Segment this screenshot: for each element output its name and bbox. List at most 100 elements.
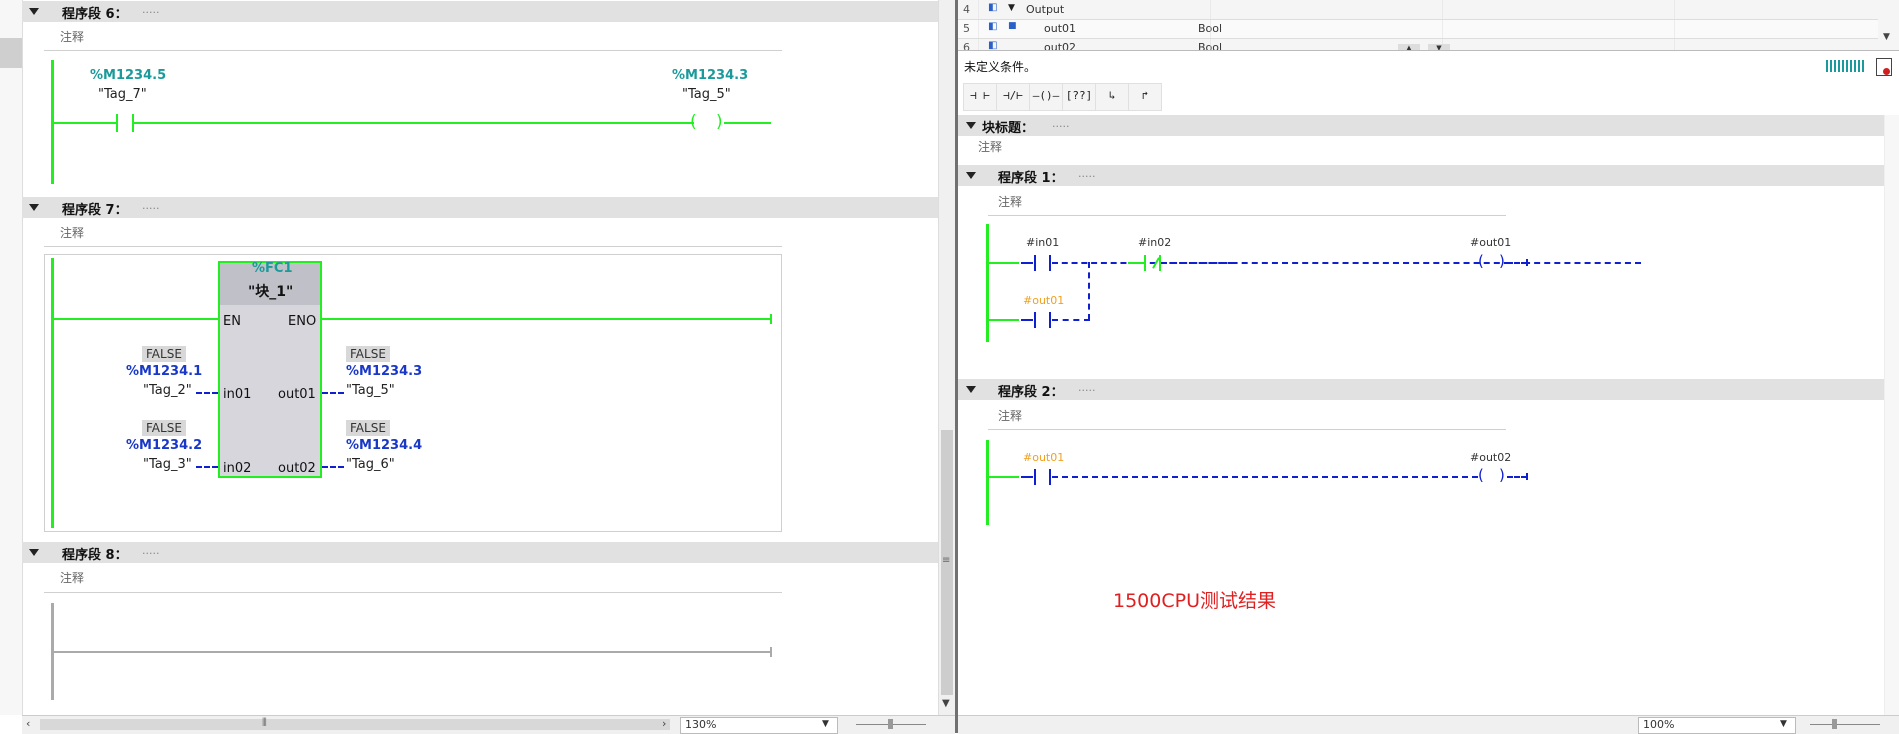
block-comment[interactable]: 注释 [978,138,1002,155]
contact-right-bar [1049,255,1051,271]
segment-7-header[interactable]: 程序段 7： ..... [22,197,938,218]
segment-dots: ..... [142,3,160,16]
comment-divider [988,215,1506,216]
in01-address[interactable]: %M1234.1 [126,364,202,379]
row-number: 5 [963,22,970,35]
nc-contact-icon[interactable]: ⊣/⊢ [996,83,1030,111]
rung-wire [1507,476,1527,478]
out01-coil-label[interactable]: #out01 [1470,236,1511,249]
segment-8-comment[interactable]: 注释 [60,569,84,586]
contact-tag[interactable]: "Tag_7" [98,87,147,102]
coil-tag[interactable]: "Tag_5" [682,87,731,102]
segment-8-header[interactable]: 程序段 8： ..... [22,542,938,563]
power-rail [51,258,54,528]
coil-left-paren: ( [1478,466,1484,484]
out02-address[interactable]: %M1234.4 [346,438,422,453]
comment-divider [44,246,782,247]
dropdown-arrow-icon[interactable]: ▼ [1780,719,1787,729]
collapse-triangle-icon[interactable] [29,549,39,556]
undefined-conditions-text: 未定义条件。 [964,60,1037,74]
expand-triangle-icon[interactable]: ▼ [1008,3,1015,13]
interface-row[interactable]: 5 ◧ ■ out01 Bool [958,20,1878,39]
segment-1-header[interactable]: 程序段 1： ..... [958,165,1899,186]
zoom-select[interactable]: 100% ▼ [1638,717,1796,734]
scroll-left-arrow-icon[interactable]: ‹ [26,717,30,730]
in01-label[interactable]: #in01 [1026,236,1059,249]
right-vertical-scrollbar[interactable] [1884,115,1899,715]
contact-left-bar [1034,255,1036,271]
scroll-right-arrow-icon[interactable]: › [662,717,666,730]
segment-title: 程序段 6： [62,7,128,22]
fc-address[interactable]: %FC1 [252,261,293,276]
coil-address[interactable]: %M1234.3 [672,68,748,83]
segment-dots: ..... [1078,167,1096,180]
tag-settings-icon[interactable] [1876,58,1892,76]
out02-coil-label[interactable]: #out02 [1470,451,1511,464]
contact-address[interactable]: %M1234.5 [90,68,166,83]
contact-left-bar [1034,312,1036,328]
segment-2-comment[interactable]: 注释 [998,407,1022,424]
row-name: Output [1026,3,1065,16]
zoom-select[interactable]: 130% ▼ [680,717,838,734]
branch-line [989,319,1019,321]
tag-settings-dot [1883,68,1890,75]
out02-tag[interactable]: "Tag_6" [346,457,395,472]
out01-address[interactable]: %M1234.3 [346,364,422,379]
table-scroll-up-icon[interactable]: ▲ [1398,44,1420,50]
out01-contact-label[interactable]: #out01 [1023,451,1064,464]
zoom-value: 130% [685,718,717,731]
in02-address[interactable]: %M1234.2 [126,438,202,453]
segment-6-comment[interactable]: 注释 [60,28,84,45]
segment-title: 程序段 2： [998,385,1064,400]
in02-tag[interactable]: "Tag_3" [143,457,192,472]
block-title-header[interactable]: 块标题： ..... [958,115,1899,136]
rung-end [770,314,772,324]
interface-row[interactable]: 4 ◧ ▼ Output [958,1,1878,20]
branch-vertical [1088,262,1090,320]
right-bottom-bar: 100% ▼ [958,715,1899,734]
branch-wire [1021,319,1033,321]
interface-table: 4 ◧ ▼ Output 5 ◧ ■ out01 Bool 6 ◧ out02 … [958,0,1899,51]
in01-wire [196,392,218,394]
segment-6-header[interactable]: 程序段 6： ..... [22,1,938,22]
out01-wire [322,392,344,394]
out01-contact-label[interactable]: #out01 [1023,294,1064,307]
in02-label[interactable]: #in02 [1138,236,1171,249]
zoom-slider[interactable] [1810,724,1880,725]
table-scroll-right-icon[interactable]: ▼ [1883,32,1890,42]
collapse-triangle-icon[interactable] [29,8,39,15]
open-branch-icon[interactable]: ↳ [1095,83,1129,111]
rung-line [724,122,771,124]
left-vertical-scrollbar[interactable]: ≡ ▼ [938,0,956,715]
row-number: 4 [963,3,970,16]
no-contact-icon[interactable]: ⊣ ⊢ [963,83,997,111]
collapse-triangle-icon[interactable] [966,122,976,129]
collapse-triangle-icon[interactable] [966,386,976,393]
fc-block[interactable]: %FC1 "块_1" EN ENO in01 out01 in02 out02 [218,261,322,478]
power-rail [986,440,989,525]
scroll-down-arrow-icon[interactable]: ▼ [942,698,950,709]
left-editor: 程序段 6： ..... 注释 %M1234.5 "Tag_7" ( ) %M1… [0,0,956,734]
hscroll-grip-icon: ⦀ [262,716,267,729]
segment-2-header[interactable]: 程序段 2： ..... [958,379,1899,400]
table-scroll-down-icon[interactable]: ▼ [1428,44,1450,50]
segment-1-comment[interactable]: 注释 [998,193,1022,210]
collapse-triangle-icon[interactable] [29,204,39,211]
contact-left-bar [1034,469,1036,485]
out02-pin: out02 [278,461,316,476]
in01-tag[interactable]: "Tag_2" [143,383,192,398]
zoom-slider-thumb[interactable] [888,719,893,729]
close-branch-icon[interactable]: ↱ [1128,83,1162,111]
comment-divider [988,429,1506,430]
empty-box-icon[interactable]: [??] [1062,83,1096,111]
zoom-slider-thumb[interactable] [1832,719,1837,729]
dropdown-arrow-icon[interactable]: ▼ [822,719,829,729]
fc-name[interactable]: "块_1" [248,281,293,301]
segment-7-comment[interactable]: 注释 [60,224,84,241]
out01-tag[interactable]: "Tag_5" [346,383,395,398]
rung-end [1526,473,1528,480]
row-type: Bool [1198,41,1223,51]
collapse-triangle-icon[interactable] [966,172,976,179]
coil-icon[interactable]: –()– [1029,83,1063,111]
horizontal-scroll-track[interactable] [40,719,670,730]
